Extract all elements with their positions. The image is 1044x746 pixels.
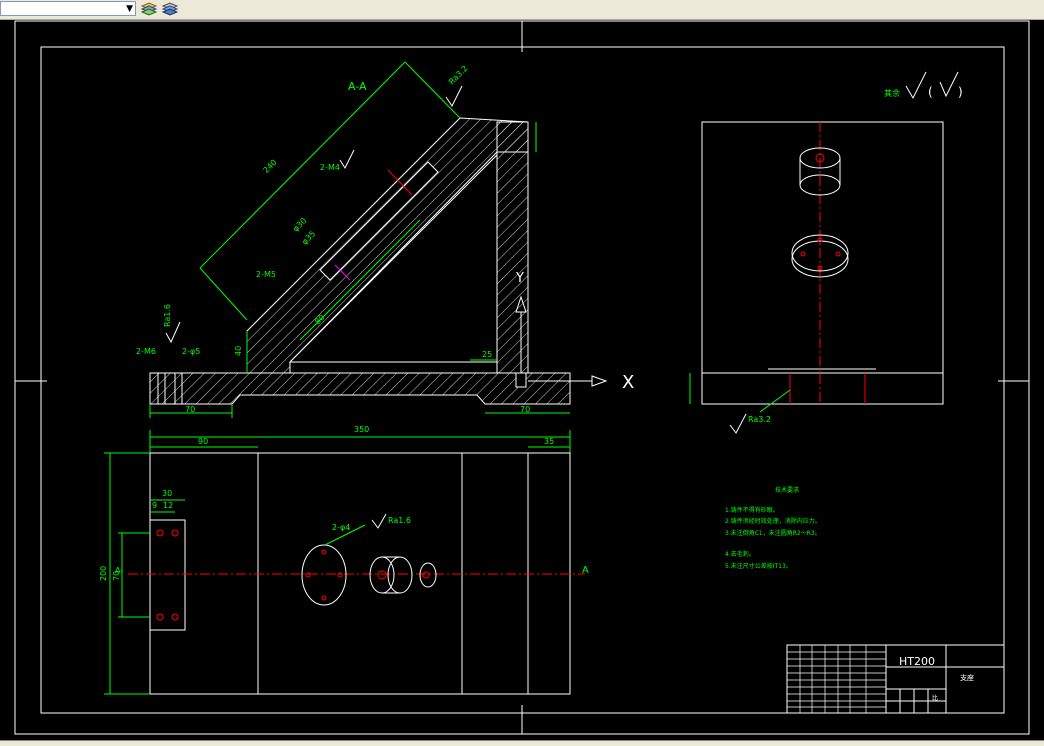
svg-text:(: (	[928, 85, 933, 99]
rough-ra32-top: Ra3.2	[447, 64, 470, 87]
roughness-note: 其余 ( )	[884, 71, 963, 100]
tech-req-item: 4.去毛刺。	[725, 550, 755, 558]
callout-2m4: 2-M4	[320, 163, 340, 172]
tech-req-item: 1.铸件不得有砂眼。	[725, 506, 779, 514]
callout-2m5: 2-M5	[256, 270, 276, 279]
axis-x-label: X	[622, 372, 634, 393]
tech-req-item: 5.未注尺寸公差按IT13。	[725, 562, 792, 570]
roughness-note-label: 其余	[884, 88, 900, 98]
dim-12: 12	[163, 501, 173, 510]
dim-200: 200	[99, 566, 108, 581]
callout-2m6: 2-M6	[136, 347, 156, 356]
dim-40: 40	[234, 346, 243, 356]
callout-phi30: φ30	[291, 216, 308, 233]
dim-240: 240	[262, 158, 279, 175]
dim-9: 9	[152, 501, 157, 510]
top-view	[128, 452, 585, 695]
scale-label: 比	[932, 694, 938, 702]
status-bar	[0, 740, 1044, 746]
callout-2phi5: 2-φ5	[182, 347, 200, 356]
side-view	[701, 121, 944, 405]
callout-phi35: φ35	[300, 229, 317, 246]
layer-manager-icon[interactable]	[139, 0, 158, 18]
material-label: HT200	[899, 655, 935, 668]
svg-text:): )	[958, 85, 963, 99]
toolbar: ▼	[0, 0, 1044, 20]
layer-states-icon[interactable]	[160, 0, 179, 18]
rough-ra16-left: Ra1.6	[163, 304, 172, 327]
tech-requirements: 技术要求 1.铸件不得有砂眼。 2.铸件须经时效处理，消除内应力。 3.未注倒角…	[725, 486, 821, 570]
top-dimensions	[104, 452, 366, 695]
dim-350: 350	[354, 425, 369, 434]
rough-ra16-top: Ra1.6	[388, 516, 411, 525]
layer-combo[interactable]: ▼	[0, 1, 136, 16]
dim-70-left: 70	[185, 405, 195, 414]
dim-90: 90	[198, 437, 208, 446]
tech-req-item: 2.铸件须经时效处理，消除内应力。	[725, 517, 821, 525]
part-name-label: 支座	[960, 673, 974, 682]
dim-35: 35	[544, 437, 554, 446]
dim-70-right: 70	[520, 405, 530, 414]
axis-y-label: Y	[515, 271, 524, 286]
dim-25: 25	[482, 350, 492, 359]
section-view: X Y	[149, 117, 634, 405]
cad-drawing: X Y A-A 240 80 40 25 70 70 350 90 35 2-M…	[14, 20, 1030, 735]
tech-req-item: 3.未注倒角C1，未注圆角R2～R3。	[725, 529, 821, 537]
rough-ra32-side: Ra3.2	[748, 415, 771, 424]
dim-70-vert: 70	[112, 571, 121, 581]
tech-req-title: 技术要求	[775, 486, 799, 494]
callout-2phi4: 2-φ4	[332, 523, 350, 532]
chevron-down-icon[interactable]: ▼	[126, 2, 133, 16]
section-label: A-A	[348, 80, 367, 93]
dim-30: 30	[162, 489, 172, 498]
drawing-canvas[interactable]: X Y A-A 240 80 40 25 70 70 350 90 35 2-M…	[0, 20, 1044, 740]
